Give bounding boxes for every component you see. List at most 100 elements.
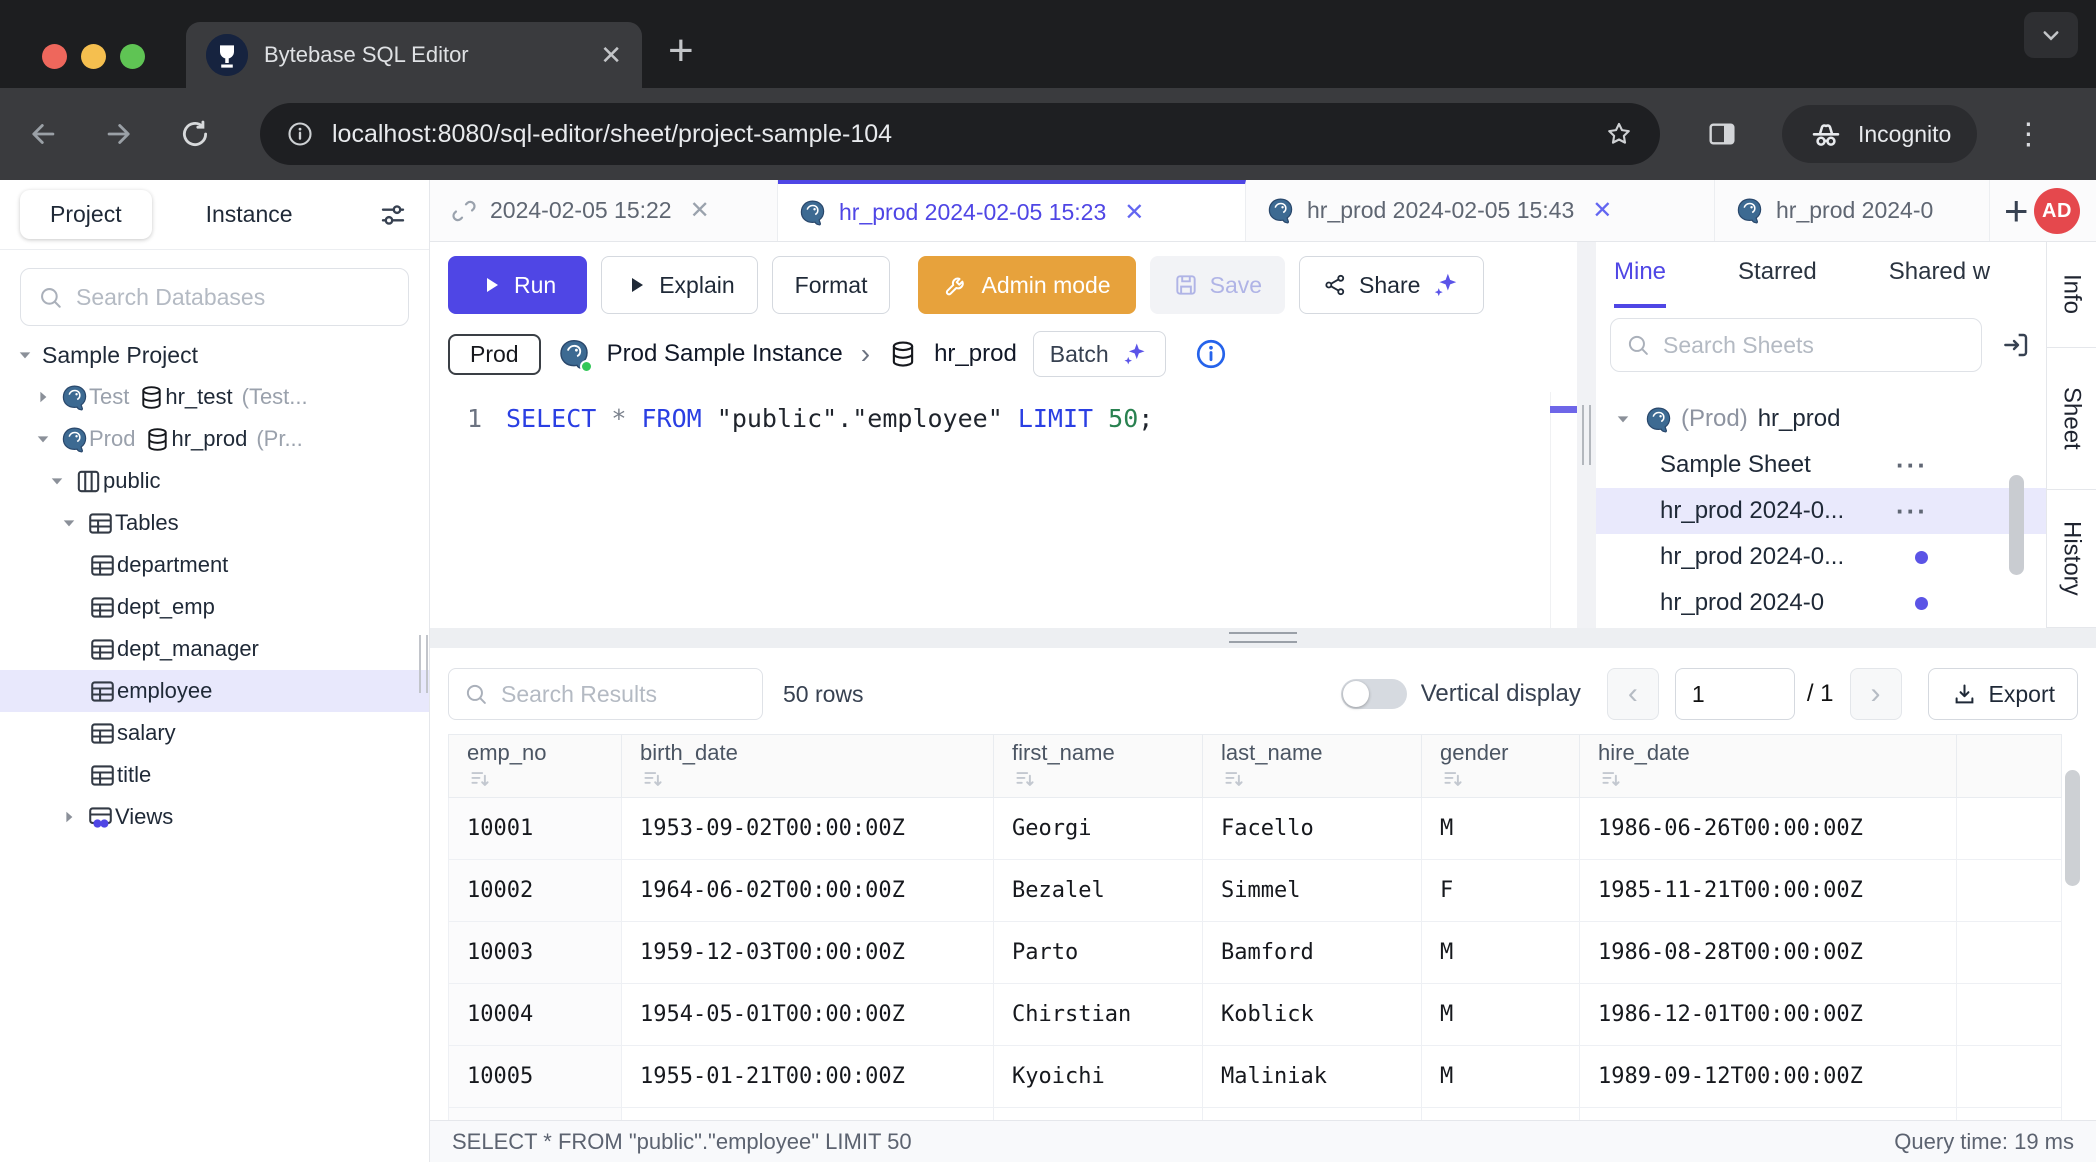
table-cell[interactable]: 1986-12-01T00:00:00Z xyxy=(1580,984,1957,1046)
column-header-hire_date[interactable]: hire_date xyxy=(1580,734,1957,798)
export-button[interactable]: Export xyxy=(1928,668,2078,720)
instance-name[interactable]: Prod Sample Instance xyxy=(607,340,843,368)
table-cell[interactable]: Kyoichi xyxy=(994,1046,1203,1108)
tree-item-dept-manager[interactable]: dept_manager xyxy=(0,628,429,670)
tree-item-hr-prod[interactable]: Prodhr_prod(Pr... xyxy=(0,418,429,460)
run-button[interactable]: Run xyxy=(448,256,587,314)
close-sheet-icon[interactable]: ✕ xyxy=(1124,198,1144,227)
table-cell[interactable]: Preusig xyxy=(1203,1108,1422,1120)
bookmark-star-icon[interactable] xyxy=(1604,119,1634,149)
tree-item-employee[interactable]: employee xyxy=(0,670,429,712)
table-cell[interactable]: 10006 xyxy=(448,1108,622,1120)
table-cell[interactable]: 1954-05-01T00:00:00Z xyxy=(622,984,994,1046)
chevron-right-icon[interactable] xyxy=(34,388,60,406)
close-tab-icon[interactable]: ✕ xyxy=(600,42,622,68)
tree-settings-button[interactable] xyxy=(377,199,409,231)
results-scrollbar[interactable] xyxy=(2065,770,2080,886)
side-panel-button[interactable] xyxy=(1706,118,1738,150)
tab-shared[interactable]: Shared w xyxy=(1889,258,1990,308)
table-cell[interactable]: Chirstian xyxy=(994,984,1203,1046)
table-row[interactable]: 100051955-01-21T00:00:00ZKyoichiMaliniak… xyxy=(448,1046,2062,1108)
table-cell[interactable]: Bezalel xyxy=(994,860,1203,922)
tree-item-department[interactable]: department xyxy=(0,544,429,586)
tab-starred[interactable]: Starred xyxy=(1738,258,1817,308)
table-cell[interactable]: M xyxy=(1422,1046,1580,1108)
table-cell[interactable]: Parto xyxy=(994,922,1203,984)
sort-icon[interactable] xyxy=(640,766,993,792)
table-cell[interactable]: 1986-06-26T00:00:00Z xyxy=(1580,798,1957,860)
tab-mine[interactable]: Mine xyxy=(1614,258,1666,308)
reload-button[interactable] xyxy=(178,117,212,151)
table-cell[interactable]: 1959-12-03T00:00:00Z xyxy=(622,922,994,984)
sort-icon[interactable] xyxy=(1221,766,1421,792)
tree-item-salary[interactable]: salary xyxy=(0,712,429,754)
sheet-list-scrollbar[interactable] xyxy=(2009,475,2024,575)
table-cell[interactable]: 10005 xyxy=(448,1046,622,1108)
share-button[interactable]: Share xyxy=(1299,256,1484,314)
table-cell[interactable]: 10002 xyxy=(448,860,622,922)
sidebar-resize-handle[interactable] xyxy=(419,635,428,693)
database-search-input[interactable] xyxy=(76,284,392,311)
table-cell[interactable]: 1986-08-28T00:00:00Z xyxy=(1580,922,1957,984)
results-divider[interactable] xyxy=(430,628,2096,648)
column-header-birth_date[interactable]: birth_date xyxy=(622,734,994,798)
sheet-tab-2[interactable]: hr_prod 2024-02-05 15:23✕ xyxy=(778,180,1246,241)
sort-icon[interactable] xyxy=(1598,766,1956,792)
column-header-gender[interactable]: gender xyxy=(1422,734,1580,798)
results-search[interactable] xyxy=(448,668,763,720)
table-cell[interactable]: 1953-04-20T00:00:00Z xyxy=(622,1108,994,1120)
sheet-item-4[interactable]: hr_prod 2024-0 xyxy=(1596,580,2046,626)
sheet-group[interactable]: (Prod)hr_prod xyxy=(1596,396,2046,442)
sort-icon[interactable] xyxy=(467,766,621,792)
table-cell[interactable]: 10003 xyxy=(448,922,622,984)
horizontal-drag-handle[interactable] xyxy=(1229,632,1297,643)
chevron-right-icon[interactable] xyxy=(60,808,86,826)
sort-icon[interactable] xyxy=(1440,766,1579,792)
user-avatar[interactable]: AD xyxy=(2034,188,2080,234)
format-button[interactable]: Format xyxy=(772,256,891,314)
table-cell[interactable]: F xyxy=(1422,860,1580,922)
ai-sparkles-icon[interactable] xyxy=(1431,270,1461,300)
table-cell[interactable]: 10001 xyxy=(448,798,622,860)
prev-page-button[interactable]: ‹ xyxy=(1607,668,1659,720)
zoom-window-button[interactable] xyxy=(120,44,145,69)
sheet-item-3[interactable]: hr_prod 2024-0... xyxy=(1596,534,2046,580)
info-icon[interactable] xyxy=(1194,337,1228,371)
tree-item-public[interactable]: public xyxy=(0,460,429,502)
sheet-item-partial[interactable]: hr_prod 2024-0... xyxy=(1596,382,2046,396)
table-row[interactable]: 100061953-04-20T00:00:00ZAnnekePreusigF1… xyxy=(448,1108,2062,1120)
table-cell[interactable]: 1955-01-21T00:00:00Z xyxy=(622,1046,994,1108)
table-row[interactable]: 100031959-12-03T00:00:00ZPartoBamfordM19… xyxy=(448,922,2062,984)
vertical-display-toggle[interactable] xyxy=(1341,679,1407,709)
sheet-item-menu-icon[interactable]: ··· xyxy=(1896,450,1928,481)
table-cell[interactable]: 1985-11-21T00:00:00Z xyxy=(1580,860,1957,922)
table-cell[interactable]: Simmel xyxy=(1203,860,1422,922)
tree-item-hr-test[interactable]: Testhr_test(Test... xyxy=(0,376,429,418)
results-search-input[interactable] xyxy=(501,681,748,708)
table-row[interactable]: 100011953-09-02T00:00:00ZGeorgiFacelloM1… xyxy=(448,798,2062,860)
table-row[interactable]: 100041954-05-01T00:00:00ZChirstianKoblic… xyxy=(448,984,2062,1046)
chevron-down-icon[interactable] xyxy=(48,472,74,490)
tab-overview-button[interactable] xyxy=(2024,12,2078,58)
side-tab-history[interactable]: History xyxy=(2047,490,2096,628)
panel-divider[interactable] xyxy=(1577,242,1596,628)
tree-item-views[interactable]: Views xyxy=(0,796,429,838)
sheet-item-2[interactable]: hr_prod 2024-0...··· xyxy=(1596,488,2046,534)
column-header-emp_no[interactable]: emp_no xyxy=(448,734,622,798)
editor-scrollbar[interactable] xyxy=(1550,392,1577,628)
close-window-button[interactable] xyxy=(42,44,67,69)
table-cell[interactable]: 1989-09-12T00:00:00Z xyxy=(1580,1046,1957,1108)
sheet-tab-3[interactable]: hr_prod 2024-02-05 15:43✕ xyxy=(1246,180,1715,241)
sheet-search[interactable] xyxy=(1610,318,1982,372)
table-cell[interactable]: Georgi xyxy=(994,798,1203,860)
chevron-down-icon[interactable] xyxy=(60,514,86,532)
window-controls[interactable] xyxy=(42,44,145,69)
chevron-down-icon[interactable] xyxy=(16,346,42,364)
tree-item-sample-project[interactable]: Sample Project xyxy=(0,334,429,376)
batch-button[interactable]: Batch xyxy=(1033,331,1166,377)
table-cell[interactable]: 1989-06-02T00:00:00Z xyxy=(1580,1108,1957,1120)
admin-mode-button[interactable]: Admin mode xyxy=(918,256,1135,314)
sort-icon[interactable] xyxy=(1012,766,1202,792)
side-tab-sheet[interactable]: Sheet xyxy=(2047,348,2096,490)
url-input[interactable] xyxy=(332,120,1604,149)
